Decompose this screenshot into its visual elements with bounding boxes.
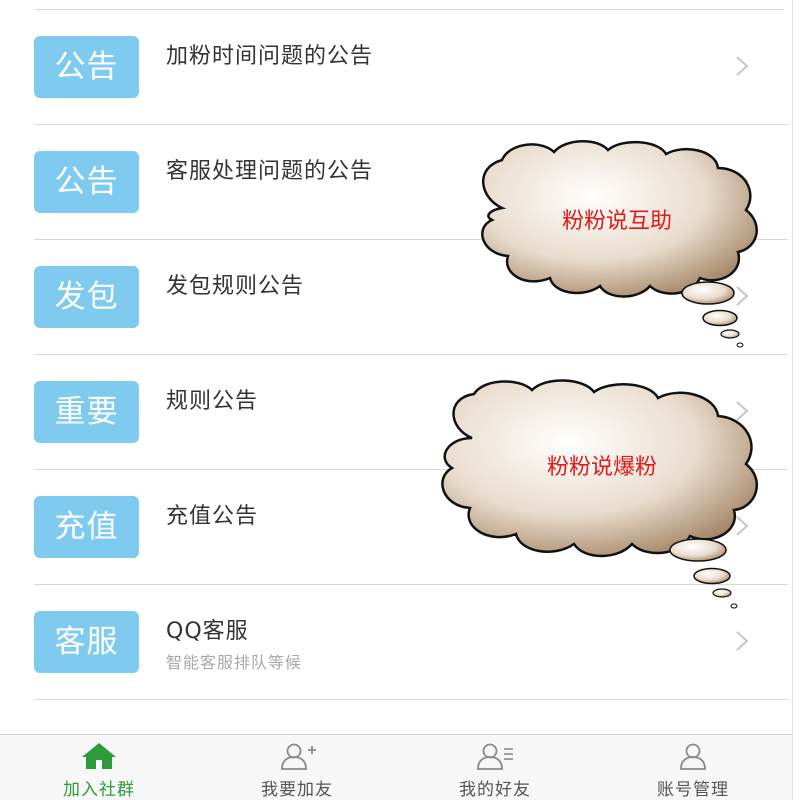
bottom-tab-bar: 加入社群 我要加友 我的好友 账号管理 [0,734,792,800]
list-item[interactable]: 公告 客服处理问题的公告 [34,125,788,240]
list-item[interactable]: 充值 充值公告 [34,470,788,585]
item-badge: 公告 [34,36,139,98]
item-subtitle: 智能客服排队等候 [166,653,303,672]
add-friend-icon [281,743,316,770]
tab-label: 加入社群 [63,780,135,800]
list-item[interactable]: 客服 QQ客服 智能客服排队等候 [34,585,788,700]
item-title: 发包规则公告 [166,274,305,299]
item-badge: 发包 [34,266,139,328]
friend-list-icon [477,743,513,770]
item-title: 加粉时间问题的公告 [166,44,374,69]
account-icon [680,743,706,770]
list-item[interactable]: 公告 加粉时间问题的公告 [34,10,788,125]
announcement-list: 公告 加粉时间问题的公告 公告 客服处理问题的公告 发包 发包规则公告 重要 规… [0,10,792,700]
chevron-right-icon [736,286,749,306]
home-icon [82,743,116,769]
item-title: 规则公告 [166,389,259,414]
item-title: QQ客服 [166,619,249,644]
chevron-right-icon [736,516,749,536]
right-edge-strip [792,0,800,800]
list-item[interactable]: 重要 规则公告 [34,355,788,470]
item-badge: 客服 [34,611,139,673]
list-item[interactable]: 发包 发包规则公告 [34,240,788,355]
tab-join-community[interactable]: 加入社群 [0,735,198,800]
chevron-right-icon [736,631,749,651]
item-title: 客服处理问题的公告 [166,159,374,184]
tab-label: 我要加友 [261,780,333,800]
tab-label: 我的好友 [459,780,531,800]
item-title: 充值公告 [166,504,259,529]
item-badge: 公告 [34,151,139,213]
tab-add-friend[interactable]: 我要加友 [198,735,396,800]
chevron-right-icon [736,171,749,191]
tab-label: 账号管理 [657,780,729,800]
app-screen: 公告 加粉时间问题的公告 公告 客服处理问题的公告 发包 发包规则公告 重要 规… [0,0,792,800]
chevron-right-icon [736,401,749,421]
chevron-right-icon [736,56,749,76]
item-badge: 重要 [34,381,139,443]
item-badge: 充值 [34,496,139,558]
tab-account-management[interactable]: 账号管理 [594,735,792,800]
tab-my-friends[interactable]: 我的好友 [396,735,594,800]
